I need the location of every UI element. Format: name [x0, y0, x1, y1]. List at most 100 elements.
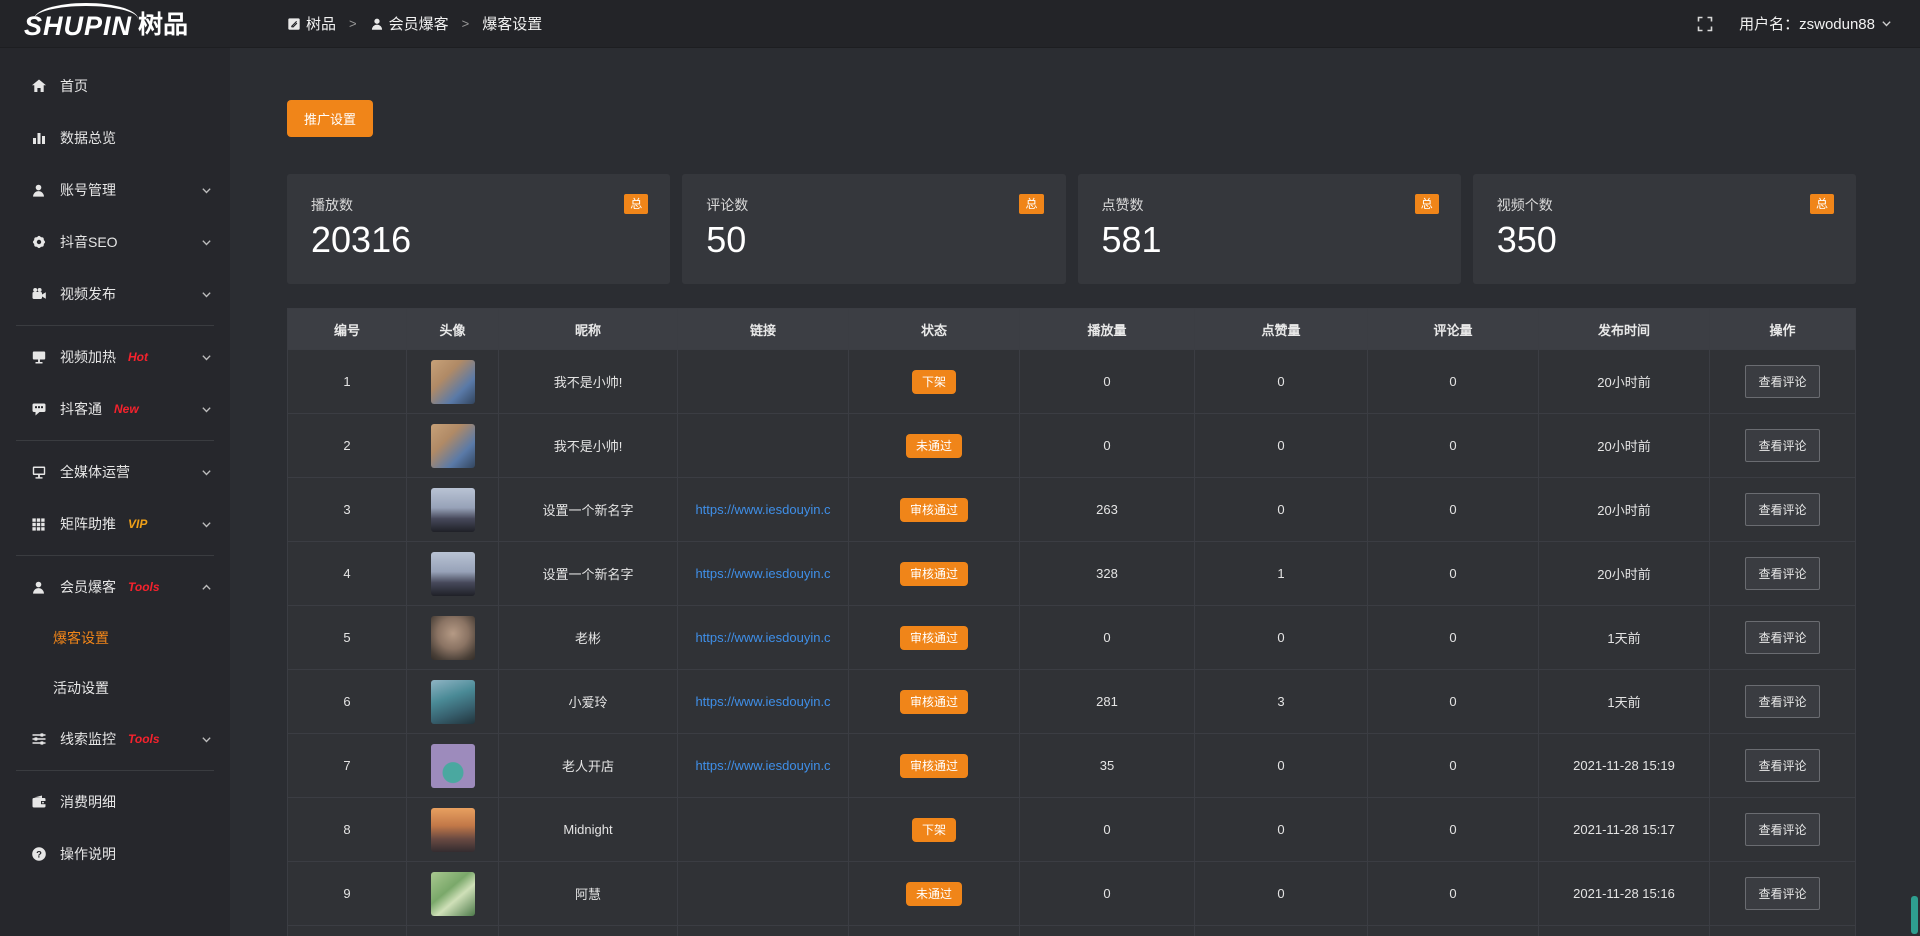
cell-avatar — [407, 414, 498, 477]
view-comments-button[interactable]: 查看评论 — [1745, 493, 1819, 526]
promo-settings-button[interactable]: 推广设置 — [287, 100, 373, 137]
scrollbar-thumb[interactable] — [1911, 896, 1918, 934]
user-menu[interactable]: 用户名：zswodun88 — [1739, 13, 1892, 34]
topbar-right: 用户名：zswodun88 — [1697, 13, 1920, 34]
sidebar-divider — [16, 770, 214, 771]
sidebar-item-member-baoke[interactable]: 会员爆客 Tools — [0, 561, 230, 613]
cell-link — [678, 414, 848, 477]
cell-no: 1 — [288, 350, 406, 413]
sidebar-divider — [16, 325, 214, 326]
status-badge: 未通过 — [906, 434, 962, 458]
sidebar-subitem-activity-settings[interactable]: 活动设置 — [0, 663, 230, 713]
sidebar-item-account[interactable]: 账号管理 — [0, 164, 230, 216]
view-comments-button[interactable]: 查看评论 — [1745, 365, 1819, 398]
sidebar-item-label: 抖音SEO — [60, 232, 118, 252]
sidebar-item-label: 会员爆客 — [60, 577, 116, 597]
cell-time: 20小时前 — [1539, 350, 1709, 413]
status-badge: 审核通过 — [900, 562, 968, 586]
cell-plays: 0 — [1020, 350, 1194, 413]
sidebar-item-matrix-boost[interactable]: 矩阵助推 VIP — [0, 498, 230, 550]
breadcrumb-item-home[interactable]: 树品 — [287, 13, 336, 34]
cell-avatar — [407, 734, 498, 797]
cell-no: 5 — [288, 606, 406, 669]
breadcrumb-item-member[interactable]: 会员爆客 — [370, 13, 449, 34]
stat-card-likes: 点赞数 581 总 — [1078, 174, 1461, 284]
cell-link: https://www.iesdouyin.c — [678, 478, 848, 541]
cell-likes: 1 — [1195, 542, 1367, 605]
sidebar-subitem-baoke-settings[interactable]: 爆客设置 — [0, 613, 230, 663]
sidebar-item-omni-media[interactable]: 全媒体运营 — [0, 446, 230, 498]
sidebar-item-douyin-seo[interactable]: 抖音SEO — [0, 216, 230, 268]
view-comments-button[interactable]: 查看评论 — [1745, 813, 1819, 846]
total-badge: 总 — [1415, 194, 1439, 214]
chevron-up-icon — [201, 582, 212, 593]
cell-actions: 查看评论 — [1710, 542, 1855, 605]
video-link[interactable]: https://www.iesdouyin.c — [689, 566, 836, 581]
chevron-down-icon — [201, 734, 212, 745]
cell-nickname: 我不是小帅! — [499, 350, 677, 413]
col-header-likes: 点赞量 — [1195, 309, 1367, 349]
cell-link — [678, 862, 848, 925]
sidebar-subitem-label: 爆客设置 — [53, 628, 109, 648]
video-link[interactable]: https://www.iesdouyin.c — [689, 630, 836, 645]
cell-likes: 0 — [1195, 606, 1367, 669]
sidebar-item-label: 操作说明 — [60, 844, 116, 864]
sidebar-item-label: 矩阵助推 — [60, 514, 116, 534]
cell-no: 2 — [288, 414, 406, 477]
total-badge: 总 — [1019, 194, 1043, 214]
video-camera-icon — [30, 286, 47, 302]
sidebar-item-home[interactable]: 首页 — [0, 60, 230, 112]
cell-likes: 0 — [1195, 734, 1367, 797]
cell-nickname: 老人开店 — [499, 734, 677, 797]
cell-avatar — [407, 542, 498, 605]
sidebar-item-label: 消费明细 — [60, 792, 116, 812]
gear-icon — [30, 234, 47, 250]
user-icon — [370, 17, 384, 31]
video-link[interactable]: https://www.iesdouyin.c — [689, 502, 836, 517]
view-comments-button[interactable]: 查看评论 — [1745, 877, 1819, 910]
sidebar-item-consumption-detail[interactable]: 消费明细 — [0, 776, 230, 828]
cell-no — [288, 926, 406, 936]
view-comments-button[interactable]: 查看评论 — [1745, 621, 1819, 654]
form-icon — [287, 17, 301, 31]
user-icon — [30, 183, 47, 198]
sidebar-item-instructions[interactable]: ? 操作说明 — [0, 828, 230, 880]
col-header-link: 链接 — [678, 309, 848, 349]
sidebar-item-lead-monitor[interactable]: 线索监控 Tools — [0, 713, 230, 765]
avatar — [431, 552, 475, 596]
sidebar-item-video-heat[interactable]: 视频加热 Hot — [0, 331, 230, 383]
view-comments-button[interactable]: 查看评论 — [1745, 685, 1819, 718]
cell-comments — [1368, 926, 1538, 936]
cell-actions: 查看评论 — [1710, 350, 1855, 413]
sidebar-item-video-publish[interactable]: 视频发布 — [0, 268, 230, 320]
chevron-down-icon — [201, 519, 212, 530]
cell-time: 20小时前 — [1539, 414, 1709, 477]
cell-avatar — [407, 670, 498, 733]
cell-plays: 328 — [1020, 542, 1194, 605]
col-header-status: 状态 — [849, 309, 1019, 349]
cell-status: 审核通过 — [849, 542, 1019, 605]
sidebar-item-douketong[interactable]: 抖客通 New — [0, 383, 230, 435]
bar-chart-icon — [30, 130, 47, 146]
cell-comments: 0 — [1368, 670, 1538, 733]
status-badge: 下架 — [912, 818, 956, 842]
view-comments-button[interactable]: 查看评论 — [1745, 749, 1819, 782]
view-comments-button[interactable]: 查看评论 — [1745, 557, 1819, 590]
cell-plays: 35 — [1020, 734, 1194, 797]
cell-nickname: 小爱玲 — [499, 670, 677, 733]
sidebar-item-data-overview[interactable]: 数据总览 — [0, 112, 230, 164]
cell-no: 9 — [288, 862, 406, 925]
view-comments-button[interactable]: 查看评论 — [1745, 429, 1819, 462]
cell-plays — [1020, 926, 1194, 936]
cell-time — [1539, 926, 1709, 936]
stat-label: 视频个数 — [1497, 195, 1832, 215]
video-link[interactable]: https://www.iesdouyin.c — [689, 694, 836, 709]
fullscreen-icon[interactable] — [1697, 16, 1713, 32]
sidebar-item-label: 首页 — [60, 76, 88, 96]
cell-no: 8 — [288, 798, 406, 861]
video-link[interactable]: https://www.iesdouyin.c — [689, 758, 836, 773]
monitor-icon — [30, 464, 47, 480]
avatar — [431, 360, 475, 404]
cell-actions: 查看评论 — [1710, 734, 1855, 797]
avatar — [431, 744, 475, 788]
